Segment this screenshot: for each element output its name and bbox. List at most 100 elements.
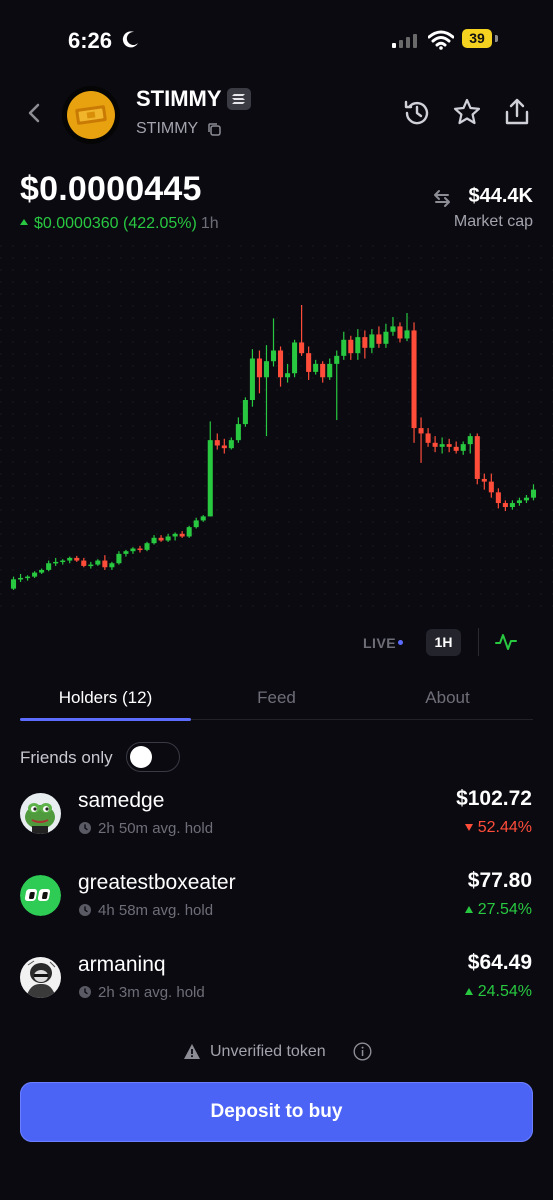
candle-down: [418, 428, 424, 434]
candle-down: [277, 350, 284, 378]
copy-icon[interactable]: [207, 122, 222, 137]
clock-icon: [79, 904, 91, 916]
candle-down: [474, 436, 480, 479]
holder-change: 27.54%: [464, 901, 532, 919]
back-chevron-icon[interactable]: [26, 102, 42, 124]
candle-up: [439, 444, 445, 447]
holder-value: $77.80: [467, 869, 532, 892]
history-icon[interactable]: [402, 98, 432, 128]
token-logo: [62, 86, 120, 144]
candle-up: [327, 363, 333, 378]
candle-up: [341, 339, 347, 356]
live-dot: [398, 640, 403, 645]
live-label[interactable]: LIVE: [363, 635, 396, 651]
candle-up: [53, 561, 59, 564]
holder-change: 24.54%: [464, 983, 532, 1001]
deposit-to-buy-button[interactable]: Deposit to buy: [20, 1082, 533, 1142]
candle-up: [383, 331, 389, 344]
candle-down: [74, 557, 80, 561]
candle-down: [488, 481, 494, 493]
holder-value: $102.72: [456, 787, 532, 810]
timeframe-button[interactable]: 1H: [426, 629, 461, 656]
swap-arrows-icon[interactable]: [432, 188, 452, 208]
candle-up: [292, 342, 298, 374]
holder-change: 52.44%: [464, 819, 532, 837]
price-chart[interactable]: [0, 245, 553, 615]
candle-up: [67, 557, 73, 561]
share-icon[interactable]: [502, 96, 532, 128]
candle-down: [137, 548, 143, 551]
tab-about[interactable]: About: [362, 688, 533, 708]
divider: [478, 628, 479, 656]
candle-up: [186, 527, 192, 537]
up-triangle-icon: [464, 906, 473, 913]
candle-down: [446, 444, 452, 447]
candle-up: [523, 497, 529, 501]
candle-up: [228, 440, 234, 449]
candle-down: [299, 342, 305, 354]
candle-up: [123, 551, 129, 554]
solana-chain-icon: [227, 88, 251, 110]
candle-down: [432, 442, 438, 447]
candle-up: [313, 363, 319, 372]
candle-up: [516, 500, 522, 504]
tab-feed[interactable]: Feed: [191, 688, 362, 708]
holder-avg-hold: 2h 3m avg. hold: [98, 984, 205, 1001]
candle-down: [306, 353, 312, 372]
candle-up: [390, 326, 396, 332]
clock-icon: [79, 822, 91, 834]
token-name: STIMMY: [136, 86, 222, 111]
candle-up: [270, 350, 277, 362]
market-cap-value[interactable]: $44.4K: [469, 185, 534, 208]
candle-down: [495, 492, 501, 504]
candle-up: [404, 330, 410, 339]
candle-up: [249, 358, 255, 400]
candle-down: [411, 330, 417, 429]
friends-only-label: Friends only: [20, 748, 113, 767]
price-change: $0.0000360 (422.05%) 1h: [20, 215, 219, 233]
candle-down: [362, 337, 368, 348]
candle-up: [10, 579, 17, 589]
candle-down: [158, 537, 164, 541]
candle-up: [509, 503, 515, 508]
holder-avg-hold: 2h 50m avg. hold: [98, 820, 214, 837]
candle-up: [88, 564, 94, 567]
holder-row[interactable]: greatestboxeater 4h 58m avg. hold $77.80…: [0, 869, 553, 957]
candle-up: [460, 444, 466, 451]
candle-up: [39, 569, 45, 573]
candle-down: [502, 503, 508, 508]
market-cap-label: Market cap: [453, 213, 533, 230]
candle-up: [334, 355, 340, 364]
candle-down: [348, 339, 354, 354]
frog-avatar: [20, 793, 61, 834]
holder-name: armaninq: [78, 953, 166, 976]
candle-up: [369, 334, 375, 348]
candle-up: [95, 560, 101, 565]
candle-up: [200, 516, 206, 521]
holder-row[interactable]: samedge 2h 50m avg. hold $102.72 52.44%: [0, 787, 553, 875]
star-icon[interactable]: [452, 97, 482, 127]
unverified-token-label: Unverified token: [210, 1043, 326, 1060]
holder-row[interactable]: armaninq 2h 3m avg. hold $64.49 24.54%: [0, 951, 553, 1039]
holder-name: greatestboxeater: [78, 871, 236, 894]
candle-down: [214, 440, 220, 446]
up-triangle-icon: [464, 988, 473, 995]
token-price: $0.0000445: [20, 170, 202, 208]
friends-only-toggle[interactable]: [126, 742, 180, 772]
candle-up: [242, 400, 248, 425]
candle-up: [60, 560, 66, 563]
tab-holders[interactable]: Holders (12): [20, 688, 191, 708]
moon-icon: [122, 31, 138, 48]
candle-up: [46, 563, 52, 570]
info-icon[interactable]: [353, 1042, 372, 1061]
candle-down: [320, 363, 326, 378]
change-value: $0.0000360: [34, 215, 119, 232]
line-pulse-icon[interactable]: [495, 632, 517, 652]
candle-up: [151, 537, 157, 544]
candle-down: [453, 446, 459, 451]
candle-up: [467, 436, 473, 445]
candle-up: [530, 489, 537, 498]
cash-icon: [75, 105, 107, 125]
up-triangle-icon: [20, 219, 28, 225]
candle-down: [425, 433, 431, 443]
